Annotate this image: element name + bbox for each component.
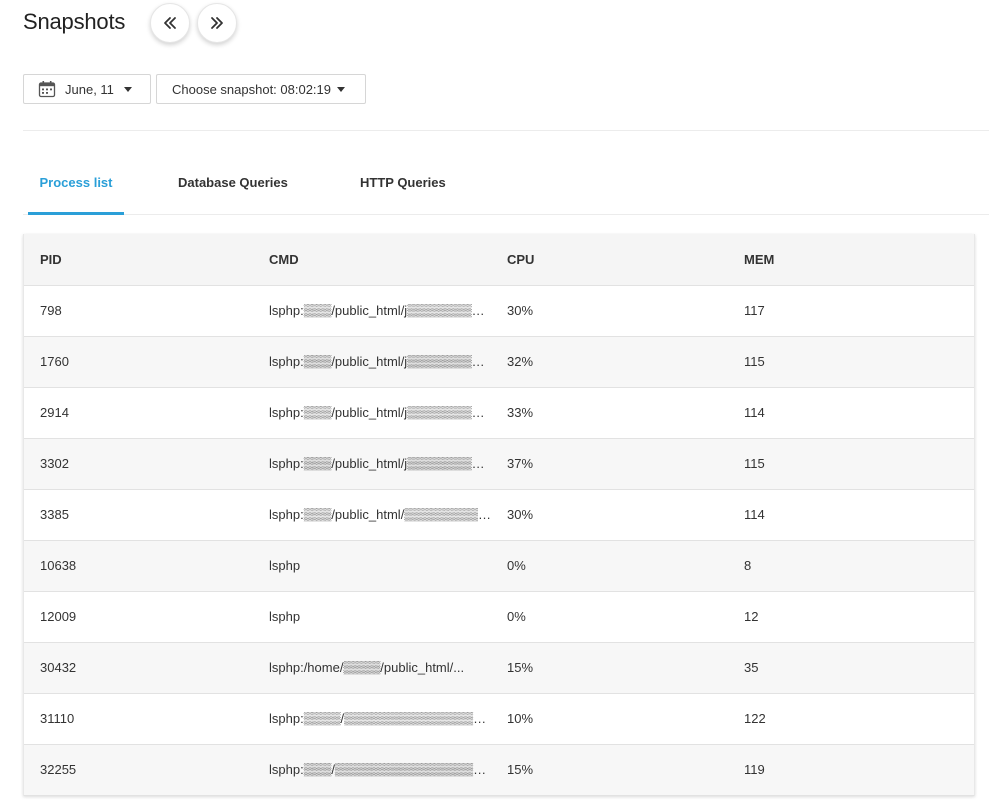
cmd-text: lsphp [269,609,301,624]
cmd-cell: lsphp [253,540,491,592]
cpu-cell: 30% [491,285,728,337]
cmd-cell: lsphp:▒▒▒/▒▒▒▒▒▒▒▒▒▒▒▒▒▒▒▒▒▒▒... [253,744,491,796]
cmd-cell: lsphp:▒▒▒/public_html/j▒▒▒▒▒▒▒▒▒... [253,336,491,388]
mem-cell: 114 [728,387,974,439]
cmd-text: lsphp:▒▒▒/▒▒▒▒▒▒▒▒▒▒▒▒▒▒▒▒▒▒▒... [269,762,491,777]
cpu-cell: 32% [491,336,728,388]
calendar-icon [38,80,56,98]
pid-cell: 30432 [24,642,253,694]
snapshot-controls: June, 11 Choose snapshot: 08:02:19 [23,74,366,104]
pid-cell: 12009 [24,591,253,643]
cmd-text: lsphp [269,558,301,573]
pid-cell: 10638 [24,540,253,592]
table-row[interactable]: 3302 lsphp:▒▒▒/public_html/j▒▒▒▒▒▒▒▒▒...… [24,438,974,490]
mem-cell: 114 [728,489,974,541]
tab-database-queries[interactable]: Database Queries [178,150,288,214]
cmd-text: lsphp:/home/▒▒▒▒/public_html/... [269,660,465,675]
double-chevron-left-icon [162,15,178,31]
next-snapshot-button[interactable] [197,3,237,43]
cmd-text: lsphp:▒▒▒/public_html/j▒▒▒▒▒▒▒▒▒... [269,405,491,420]
mem-cell: 115 [728,336,974,388]
pid-cell: 32255 [24,744,253,796]
pid-cell: 798 [24,285,253,337]
cpu-cell: 33% [491,387,728,439]
caret-down-icon [123,86,132,92]
page-title: Snapshots [23,9,126,34]
column-header-cmd[interactable]: CMD [253,234,491,286]
pid-cell: 2914 [24,387,253,439]
cmd-cell: lsphp [253,591,491,643]
cpu-cell: 0% [491,540,728,592]
mem-cell: 122 [728,693,974,745]
mem-cell: 119 [728,744,974,796]
mem-cell: 12 [728,591,974,643]
table-row[interactable]: 12009 lsphp 0% 12 [24,591,974,643]
cmd-text: lsphp:▒▒▒/public_html/j▒▒▒▒▒▒▒▒▒... [269,354,491,369]
column-header-mem[interactable]: MEM [728,234,974,286]
cmd-cell: lsphp:/home/▒▒▒▒/public_html/... [253,642,491,694]
table-header-row: PID CMD CPU MEM [24,234,974,286]
column-header-cpu[interactable]: CPU [491,234,728,286]
cmd-cell: lsphp:▒▒▒▒/▒▒▒▒▒▒▒▒▒▒▒▒▒▒▒▒▒▒... [253,693,491,745]
column-header-pid[interactable]: PID [24,234,253,286]
cmd-cell: lsphp:▒▒▒/public_html/j▒▒▒▒▒▒▒▒▒... [253,387,491,439]
table-row[interactable]: 1760 lsphp:▒▒▒/public_html/j▒▒▒▒▒▒▒▒▒...… [24,336,974,388]
cmd-text: lsphp:▒▒▒/public_html/j▒▒▒▒▒▒▒▒▒... [269,303,491,318]
mem-cell: 8 [728,540,974,592]
previous-snapshot-button[interactable] [150,3,190,43]
pid-cell: 31110 [24,693,253,745]
cmd-cell: lsphp:▒▒▒/public_html/j▒▒▒▒▒▒▒▒▒... [253,285,491,337]
caret-down-icon [337,86,346,92]
tab-process-list[interactable]: Process list [28,150,124,215]
table-row[interactable]: 32255 lsphp:▒▒▒/▒▒▒▒▒▒▒▒▒▒▒▒▒▒▒▒▒▒▒... 1… [24,744,974,796]
cpu-cell: 10% [491,693,728,745]
page-header: Snapshots [23,0,125,44]
mem-cell: 117 [728,285,974,337]
mem-cell: 115 [728,438,974,490]
cmd-text: lsphp:▒▒▒▒/▒▒▒▒▒▒▒▒▒▒▒▒▒▒▒▒▒▒... [269,711,491,726]
snapshot-label: Choose snapshot: 08:02:19 [172,81,332,97]
process-table-card: PID CMD CPU MEM 798 lsphp:▒▒▒/public_htm… [23,234,975,796]
cpu-cell: 15% [491,642,728,694]
table-row[interactable]: 2914 lsphp:▒▒▒/public_html/j▒▒▒▒▒▒▒▒▒...… [24,387,974,439]
date-picker-dropdown[interactable]: June, 11 [23,74,151,104]
snapshot-time-dropdown[interactable]: Choose snapshot: 08:02:19 [156,74,366,104]
cmd-text: lsphp:▒▒▒/public_html/▒▒▒▒▒▒▒▒▒▒... [269,507,491,522]
double-chevron-right-icon [209,15,225,31]
pid-cell: 3385 [24,489,253,541]
cpu-cell: 30% [491,489,728,541]
cmd-cell: lsphp:▒▒▒/public_html/▒▒▒▒▒▒▒▒▒▒... [253,489,491,541]
pid-cell: 3302 [24,438,253,490]
snapshots-page: Snapshots June, 11 Choose snapshot: 08:0… [0,0,989,809]
table-row[interactable]: 31110 lsphp:▒▒▒▒/▒▒▒▒▒▒▒▒▒▒▒▒▒▒▒▒▒▒... 1… [24,693,974,745]
mem-cell: 35 [728,642,974,694]
table-row[interactable]: 3385 lsphp:▒▒▒/public_html/▒▒▒▒▒▒▒▒▒▒...… [24,489,974,541]
date-label: June, 11 [65,81,114,97]
pid-cell: 1760 [24,336,253,388]
cpu-cell: 0% [491,591,728,643]
cmd-text: lsphp:▒▒▒/public_html/j▒▒▒▒▒▒▒▒▒... [269,456,491,471]
table-row[interactable]: 30432 lsphp:/home/▒▒▒▒/public_html/... 1… [24,642,974,694]
cpu-cell: 37% [491,438,728,490]
section-divider [23,130,989,131]
tab-bar: Process list Database Queries HTTP Queri… [23,150,989,215]
cmd-cell: lsphp:▒▒▒/public_html/j▒▒▒▒▒▒▒▒▒... [253,438,491,490]
tab-http-queries[interactable]: HTTP Queries [360,150,446,214]
table-row[interactable]: 798 lsphp:▒▒▒/public_html/j▒▒▒▒▒▒▒▒▒... … [24,285,974,337]
cpu-cell: 15% [491,744,728,796]
table-row[interactable]: 10638 lsphp 0% 8 [24,540,974,592]
process-table: PID CMD CPU MEM 798 lsphp:▒▒▒/public_htm… [24,234,974,796]
